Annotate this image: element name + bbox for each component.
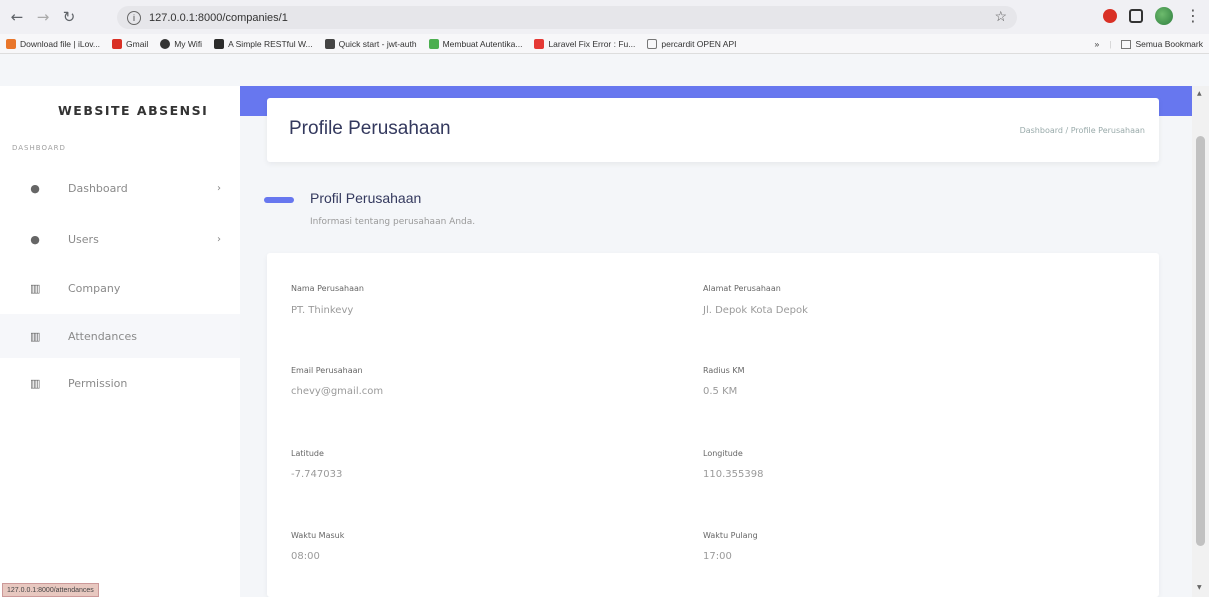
- bookmark-item[interactable]: My Wifi: [160, 38, 202, 49]
- sidebar-item-label: Dashboard: [68, 181, 128, 195]
- section-title: Profil Perusahaan: [310, 190, 422, 206]
- sidebar-item-permission[interactable]: ▥ Permission: [0, 361, 240, 405]
- scroll-up-arrow-icon[interactable]: ▲: [1197, 90, 1202, 97]
- page-scrollbar[interactable]: ▲ ▼: [1192, 86, 1209, 597]
- grid-icon: ▥: [30, 329, 41, 343]
- bookmarks-divider: |: [1109, 39, 1112, 49]
- bookmark-item[interactable]: A Simple RESTful W...: [214, 38, 313, 49]
- company-info-card: Nama Perusahaan PT. Thinkevy Alamat Peru…: [267, 253, 1159, 597]
- scroll-down-arrow-icon[interactable]: ▼: [1197, 584, 1202, 591]
- field-value-alamat: Jl. Depok Kota Depok: [703, 305, 808, 316]
- field-value-email: chevy@gmail.com: [291, 386, 384, 397]
- sidebar-item-dashboard[interactable]: ● Dashboard ›: [0, 166, 240, 210]
- section-subtitle: Informasi tentang perusahaan Anda.: [310, 217, 476, 227]
- sidebar-item-label: Attendances: [68, 329, 137, 343]
- bookmark-item[interactable]: Gmail: [112, 38, 148, 49]
- bookmark-item[interactable]: Download file | iLov...: [6, 38, 100, 49]
- field-label-alamat: Alamat Perusahaan: [703, 284, 781, 293]
- sidebar-item-users[interactable]: ● Users ›: [0, 217, 240, 261]
- field-value-longitude: 110.355398: [703, 469, 764, 480]
- sidebar-item-label: Users: [68, 232, 99, 246]
- bookmark-item[interactable]: Laravel Fix Error : Fu...: [534, 38, 635, 49]
- page-title: Profile Perusahaan: [289, 118, 451, 139]
- grid-icon: ▥: [30, 376, 41, 390]
- grid-icon: ▥: [30, 281, 41, 295]
- sidebar: WEBSITE ABSENSI DASHBOARD ● Dashboard › …: [0, 86, 240, 597]
- bookmark-favicon-icon: [324, 38, 335, 49]
- forward-icon[interactable]: →: [32, 6, 54, 28]
- brand-title: WEBSITE ABSENSI: [58, 103, 209, 118]
- bookmark-star-icon[interactable]: ☆: [994, 8, 1007, 25]
- folder-icon: [647, 38, 658, 49]
- extension-red-icon[interactable]: [1103, 8, 1117, 23]
- field-label-waktu-pulang: Waktu Pulang: [703, 531, 758, 540]
- field-label-nama: Nama Perusahaan: [291, 284, 364, 293]
- bookmark-favicon-icon: [534, 38, 545, 49]
- scrollbar-thumb[interactable]: [1196, 136, 1205, 546]
- page-header-card: Profile Perusahaan Dashboard / Profile P…: [267, 98, 1159, 162]
- field-value-latitude: -7.747033: [291, 469, 343, 480]
- chevron-right-icon: ›: [217, 182, 221, 194]
- chevron-right-icon: ›: [217, 233, 221, 245]
- all-bookmarks-button[interactable]: Semua Bookmark: [1121, 39, 1203, 49]
- field-label-latitude: Latitude: [291, 449, 324, 458]
- bookmark-item[interactable]: Quick start - jwt-auth: [324, 38, 417, 49]
- field-label-radius: Radius KM: [703, 366, 745, 375]
- profile-avatar[interactable]: [1155, 6, 1173, 25]
- field-label-email: Email Perusahaan: [291, 366, 363, 375]
- more-menu-icon[interactable]: ⋮: [1185, 6, 1201, 25]
- status-bar-url: 127.0.0.1:8000/attendances: [2, 583, 99, 597]
- field-value-nama: PT. Thinkevy: [291, 305, 354, 316]
- field-value-radius: 0.5 KM: [703, 386, 738, 397]
- bookmark-favicon-icon: [6, 38, 16, 49]
- back-icon[interactable]: ←: [6, 6, 28, 28]
- section-accent-bar: [264, 197, 294, 203]
- sidebar-section-label: DASHBOARD: [12, 144, 66, 152]
- extensions-puzzle-icon[interactable]: [1129, 8, 1143, 23]
- site-info-icon[interactable]: i: [127, 10, 141, 25]
- gmail-icon: [112, 38, 123, 49]
- sidebar-item-company[interactable]: ▥ Company: [0, 266, 240, 310]
- wifi-icon: [160, 38, 171, 49]
- reload-icon[interactable]: ↻: [58, 6, 80, 28]
- field-label-longitude: Longitude: [703, 449, 743, 458]
- bookmark-item[interactable]: percardit OPEN API: [647, 38, 736, 49]
- bookmark-item[interactable]: Membuat Autentika...: [428, 38, 522, 49]
- breadcrumb: Dashboard / Profile Perusahaan: [1019, 126, 1145, 135]
- sidebar-item-label: Permission: [68, 376, 128, 390]
- browser-extensions: ⋮: [1103, 6, 1201, 25]
- sidebar-item-attendances[interactable]: ▥ Attendances: [0, 314, 240, 358]
- bookmark-favicon-icon: [214, 38, 225, 49]
- bookmarks-overflow-button[interactable]: »: [1094, 39, 1099, 49]
- circle-icon: ●: [30, 232, 40, 246]
- field-label-waktu-masuk: Waktu Masuk: [291, 531, 345, 540]
- circle-icon: ●: [30, 181, 40, 195]
- url-text: 127.0.0.1:8000/companies/1: [149, 11, 288, 24]
- folder-icon: [1121, 39, 1132, 49]
- sidebar-item-label: Company: [68, 281, 121, 295]
- field-value-waktu-pulang: 17:00: [703, 551, 732, 562]
- address-bar[interactable]: i 127.0.0.1:8000/companies/1 ☆: [117, 6, 1017, 29]
- bookmark-favicon-icon: [428, 38, 439, 49]
- bookmarks-bar: Download file | iLov... Gmail My Wifi A …: [0, 34, 1209, 54]
- field-value-waktu-masuk: 08:00: [291, 551, 320, 562]
